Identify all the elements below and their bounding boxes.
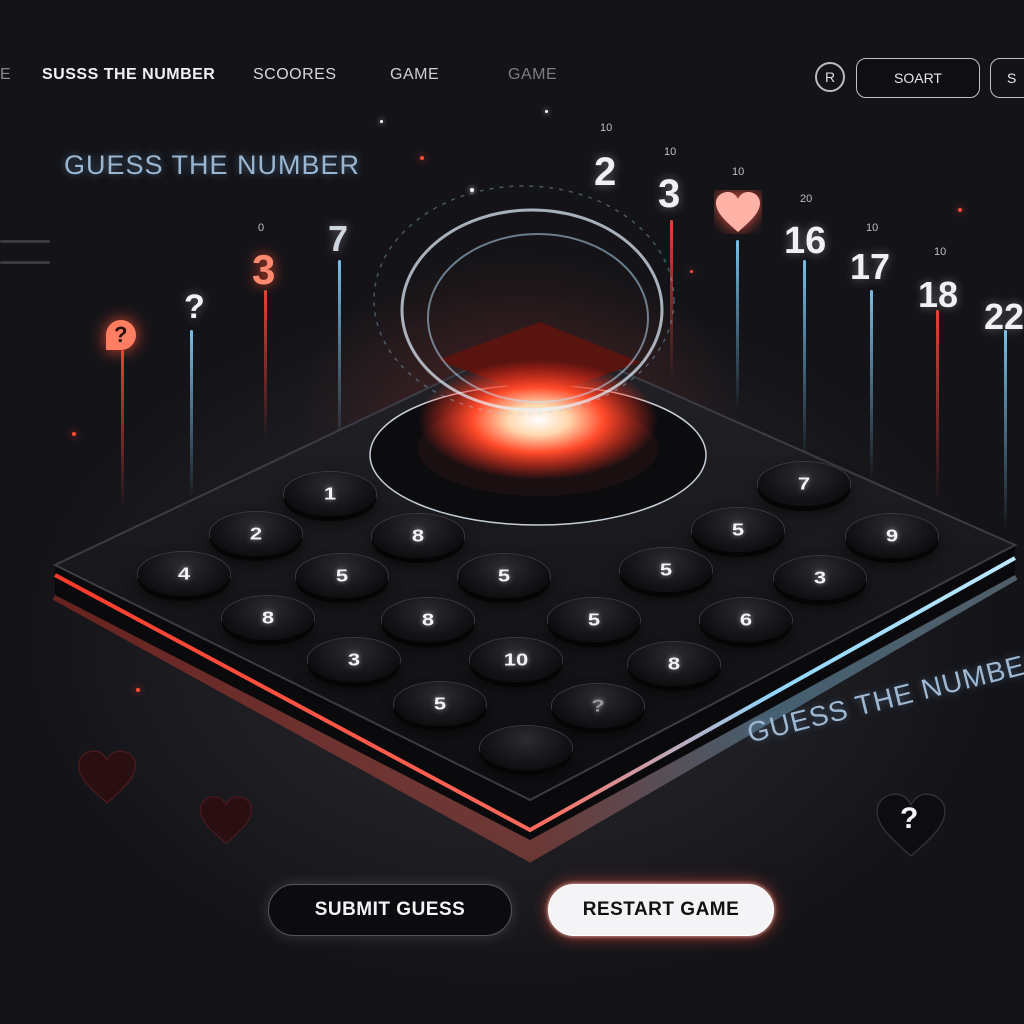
keypad-key[interactable]: 9 [846, 514, 938, 558]
keypad-key[interactable]: 8 [372, 514, 464, 558]
keypad-key[interactable]: 3 [774, 556, 866, 600]
keypad-key[interactable]: 7 [758, 462, 850, 506]
keypad-key[interactable]: 4 [138, 552, 230, 596]
question-heart-badge: ? [874, 788, 948, 862]
heart-icon [77, 750, 137, 804]
keypad-key[interactable]: 5 [296, 554, 388, 598]
keypad-key[interactable]: 2 [210, 512, 302, 556]
keypad-key[interactable]: 8 [382, 598, 474, 642]
question-heart-mark: ? [900, 802, 919, 835]
heart-icon [199, 796, 253, 845]
keypad-key[interactable]: 8 [222, 596, 314, 640]
keypad-key[interactable]: 3 [308, 638, 400, 682]
keypad-key[interactable]: ? [552, 684, 644, 728]
keypad-key[interactable]: 5 [458, 554, 550, 598]
keypad-key[interactable]: 5 [692, 508, 784, 552]
submit-guess-button[interactable]: SUBMIT GUESS [268, 884, 512, 936]
keypad-key[interactable]: 5 [620, 548, 712, 592]
keypad-key[interactable] [480, 726, 572, 770]
game-board [52, 185, 1018, 863]
restart-game-button[interactable]: RESTART GAME [548, 884, 774, 936]
keypad-key[interactable]: 10 [470, 638, 562, 682]
keypad-key[interactable]: 8 [628, 642, 720, 686]
keypad-key[interactable]: 6 [700, 598, 792, 642]
keypad-key[interactable]: 5 [548, 598, 640, 642]
keypad-key[interactable]: 1 [284, 472, 376, 516]
keypad-key[interactable]: 5 [394, 682, 486, 726]
